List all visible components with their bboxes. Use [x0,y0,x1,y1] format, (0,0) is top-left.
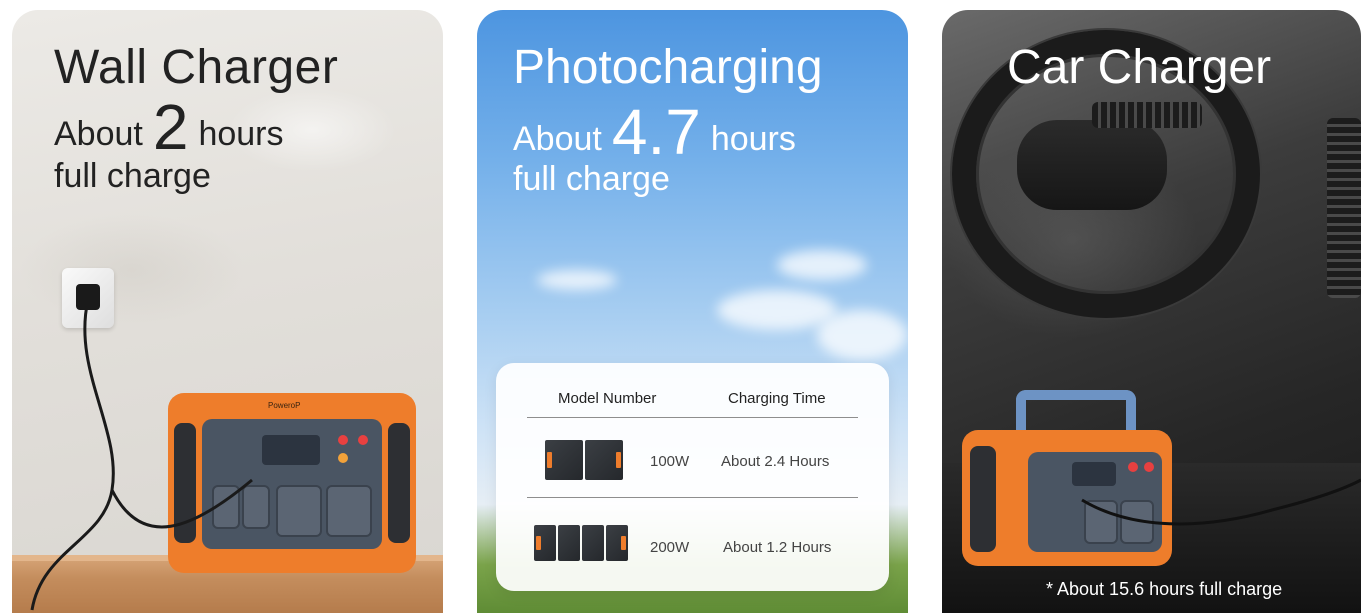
wall-charger-title: Wall Charger [54,41,339,94]
photocharging-time: About 4.7 hours full charge [513,96,796,198]
solar-panel-4-fold-icon [534,525,628,561]
wall-charger-card: Wall Charger About 2 hours full charge Pow… [12,10,443,613]
car-charger-note: * About 15.6 hours full charge [1046,579,1283,599]
table-row-1-time: About 2.4 Hours [721,453,830,470]
photocharging-card: Photocharging About 4.7 hours full charge … [477,10,908,613]
table-header-model: Model Number [558,390,657,407]
photocharging-title: Photocharging [513,41,823,94]
table-row-2-model: 200W [650,539,690,556]
wall-charger-time: About 2 hours full charge [54,91,284,195]
solar-panel-2-fold-icon [545,440,623,480]
table-header-time: Charging Time [728,390,826,407]
wall-charger-hours: 2 [152,91,189,163]
car-charger-title: Car Charger [1007,41,1272,94]
photocharging-hours: 4.7 [611,96,701,168]
solar-panel-table: Model Number Charging Time 100W About 2.… [496,363,889,591]
power-station-image [962,390,1172,566]
car-charger-card: Car Charger * About 15.6 hours full char… [942,10,1361,613]
table-row-1-model: 100W [650,453,690,470]
table-row-2-time: About 1.2 Hours [723,539,832,556]
wall-socket-icon [62,268,114,328]
power-station-image: PoweroP [168,393,416,573]
